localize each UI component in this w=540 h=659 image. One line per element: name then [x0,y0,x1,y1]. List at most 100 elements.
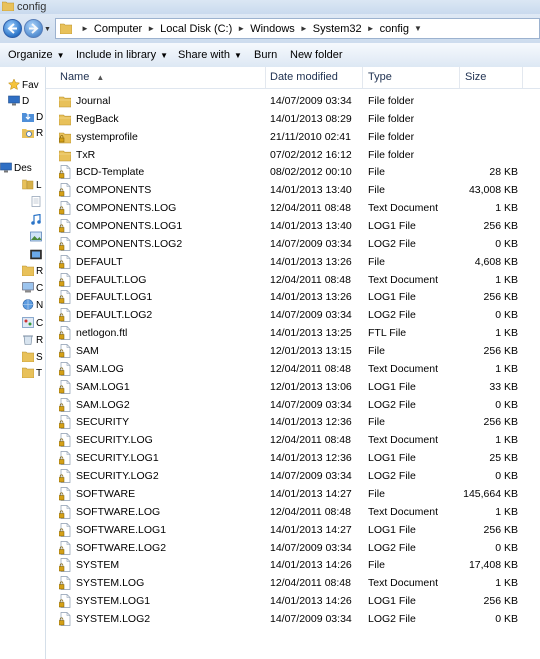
breadcrumb-local-disk[interactable]: Local Disk (C:) [160,23,232,35]
nav-item[interactable]: C [22,316,43,332]
column-divider[interactable] [362,67,363,88]
file-name: SYSTEM.LOG [76,577,145,590]
file-date-modified: 12/04/2011 08:48 [270,577,351,590]
libraries-icon [22,179,34,190]
forward-button[interactable] [24,19,43,38]
file-row[interactable]: SECURITY.LOG1 14/01/2013 12:36 LOG1 File 25… [46,449,540,467]
file-row[interactable]: DEFAULT.LOG1 14/01/2013 13:26 LOG1 File 256… [46,288,540,306]
breadcrumb-windows[interactable]: Windows [250,23,295,35]
file-row[interactable]: SYSTEM.LOG1 14/01/2013 14:26 LOG1 File 256 … [46,592,540,610]
folder-icon [59,150,71,161]
chevron-right-icon[interactable]: ► [300,24,308,33]
file-size: 1 KB [495,327,518,340]
nav-item[interactable]: S [22,350,43,366]
locked-file-icon [59,362,71,376]
nav-item-label: L [36,180,42,191]
nav-item[interactable]: Des [0,161,32,177]
new-folder-button[interactable]: New folder [290,43,343,67]
file-row[interactable]: SYSTEM.LOG2 14/07/2009 03:34 LOG2 File 0 KB [46,610,540,628]
file-row[interactable]: SOFTWARE.LOG1 14/01/2013 14:27 LOG1 File 25… [46,521,540,539]
file-row[interactable]: COMPONENTS.LOG1 14/01/2013 13:40 LOG1 File… [46,217,540,235]
nav-item[interactable]: L [22,178,42,194]
file-row[interactable]: RegBack 14/01/2013 08:29 File folder [46,110,540,128]
column-type[interactable]: Type [368,67,454,88]
nav-item[interactable] [30,195,44,211]
file-row[interactable]: Journal 14/07/2009 03:34 File folder [46,92,540,110]
file-row[interactable]: SOFTWARE 14/01/2013 14:27 File 145,664 KB [46,485,540,503]
nav-item[interactable]: N [22,298,43,314]
column-divider[interactable] [265,67,266,88]
file-row[interactable]: SYSTEM.LOG 12/04/2011 08:48 Text Document 1… [46,574,540,592]
chevron-down-icon[interactable]: ▼ [414,24,422,33]
file-row[interactable]: COMPONENTS 14/01/2013 13:40 File 43,008 KB [46,181,540,199]
file-size: 0 KB [495,398,518,411]
file-row[interactable]: SECURITY 14/01/2013 12:36 File 256 KB [46,413,540,431]
file-size: 256 KB [483,220,518,233]
recent-pages-dropdown[interactable]: ▼ [44,26,51,33]
nav-item[interactable]: T [22,366,42,382]
breadcrumb-config[interactable]: config [380,23,409,35]
file-size: 1 KB [495,505,518,518]
organize-button[interactable]: Organize ▼ [8,43,65,67]
desktop-icon [0,162,12,173]
share-with-button[interactable]: Share with ▼ [178,43,242,67]
column-divider[interactable] [459,67,460,88]
nav-item[interactable] [30,213,44,229]
nav-item[interactable]: R [22,264,43,280]
file-row[interactable]: DEFAULT 14/01/2013 13:26 File 4,608 KB [46,253,540,271]
chevron-right-icon[interactable]: ► [147,24,155,33]
file-name: COMPONENTS [76,184,152,197]
nav-item[interactable]: R [22,333,43,349]
breadcrumb-system32[interactable]: System32 [313,23,362,35]
chevron-right-icon[interactable]: ► [81,24,89,33]
file-size: 256 KB [483,595,518,608]
file-row[interactable]: DEFAULT.LOG2 14/07/2009 03:34 LOG2 File 0 K… [46,306,540,324]
chevron-right-icon[interactable]: ► [237,24,245,33]
file-type: LOG1 File [368,380,416,393]
file-row[interactable]: SAM 12/01/2013 13:15 File 256 KB [46,342,540,360]
column-size[interactable]: Size [465,67,525,88]
nav-item[interactable]: R [22,126,43,142]
file-row[interactable]: SAM.LOG2 14/07/2009 03:34 LOG2 File 0 KB [46,396,540,414]
file-row[interactable]: DEFAULT.LOG 12/04/2011 08:48 Text Document… [46,271,540,289]
file-row[interactable]: TxR 07/02/2012 16:12 File folder [46,146,540,164]
chevron-right-icon[interactable]: ► [367,24,375,33]
file-row[interactable]: systemprofile 21/11/2010 02:41 File folder [46,128,540,146]
file-type: File [368,487,385,500]
address-bar[interactable]: ► Computer ► Local Disk (C:) ► Windows ►… [55,18,540,39]
file-size: 25 KB [489,452,518,465]
nav-item[interactable] [30,248,44,264]
window-title: config [17,1,47,13]
column-date-modified[interactable]: Date modified [270,67,360,88]
file-row[interactable]: SOFTWARE.LOG 12/04/2011 08:48 Text Documen… [46,503,540,521]
column-divider[interactable] [522,67,523,88]
file-name: DEFAULT.LOG [76,273,147,286]
file-row[interactable]: SOFTWARE.LOG2 14/07/2009 03:34 LOG2 File 0 … [46,539,540,557]
column-name[interactable]: Name ▲ [60,67,265,88]
nav-item[interactable] [30,230,44,246]
include-in-library-button[interactable]: Include in library ▼ [76,43,168,67]
nav-item[interactable]: Fav [8,78,39,94]
file-row[interactable]: SYSTEM 14/01/2013 14:26 File 17,408 KB [46,556,540,574]
navigation-pane[interactable]: Fav D D R Des L R C N C R S T [0,67,46,659]
chevron-down-icon: ▼ [56,51,65,60]
file-size: 256 KB [483,523,518,536]
file-row[interactable]: COMPONENTS.LOG 12/04/2011 08:48 Text Docum… [46,199,540,217]
breadcrumb-computer[interactable]: Computer [94,23,142,35]
file-type: Text Document [368,273,439,286]
file-row[interactable]: BCD-Template 08/02/2012 00:10 File 28 KB [46,163,540,181]
nav-item[interactable]: C [22,281,43,297]
favorites-star-icon [8,79,20,90]
burn-button[interactable]: Burn [254,43,277,67]
nav-item-label: C [36,318,44,329]
file-row[interactable]: SAM.LOG1 12/01/2013 13:06 LOG1 File 33 KB [46,378,540,396]
file-row[interactable]: SECURITY.LOG2 14/07/2009 03:34 LOG2 File 0 … [46,467,540,485]
folder-icon [59,114,71,126]
file-row[interactable]: SAM.LOG 12/04/2011 08:48 Text Document 1 KB [46,360,540,378]
nav-item[interactable]: D [8,94,29,110]
file-row[interactable]: netlogon.ftl 14/01/2013 13:25 FTL File 1 KB [46,324,540,342]
back-button[interactable] [3,19,22,38]
file-row[interactable]: COMPONENTS.LOG2 14/07/2009 03:34 LOG2 File… [46,235,540,253]
file-row[interactable]: SECURITY.LOG 12/04/2011 08:48 Text Documen… [46,431,540,449]
nav-item[interactable]: D [22,110,43,126]
